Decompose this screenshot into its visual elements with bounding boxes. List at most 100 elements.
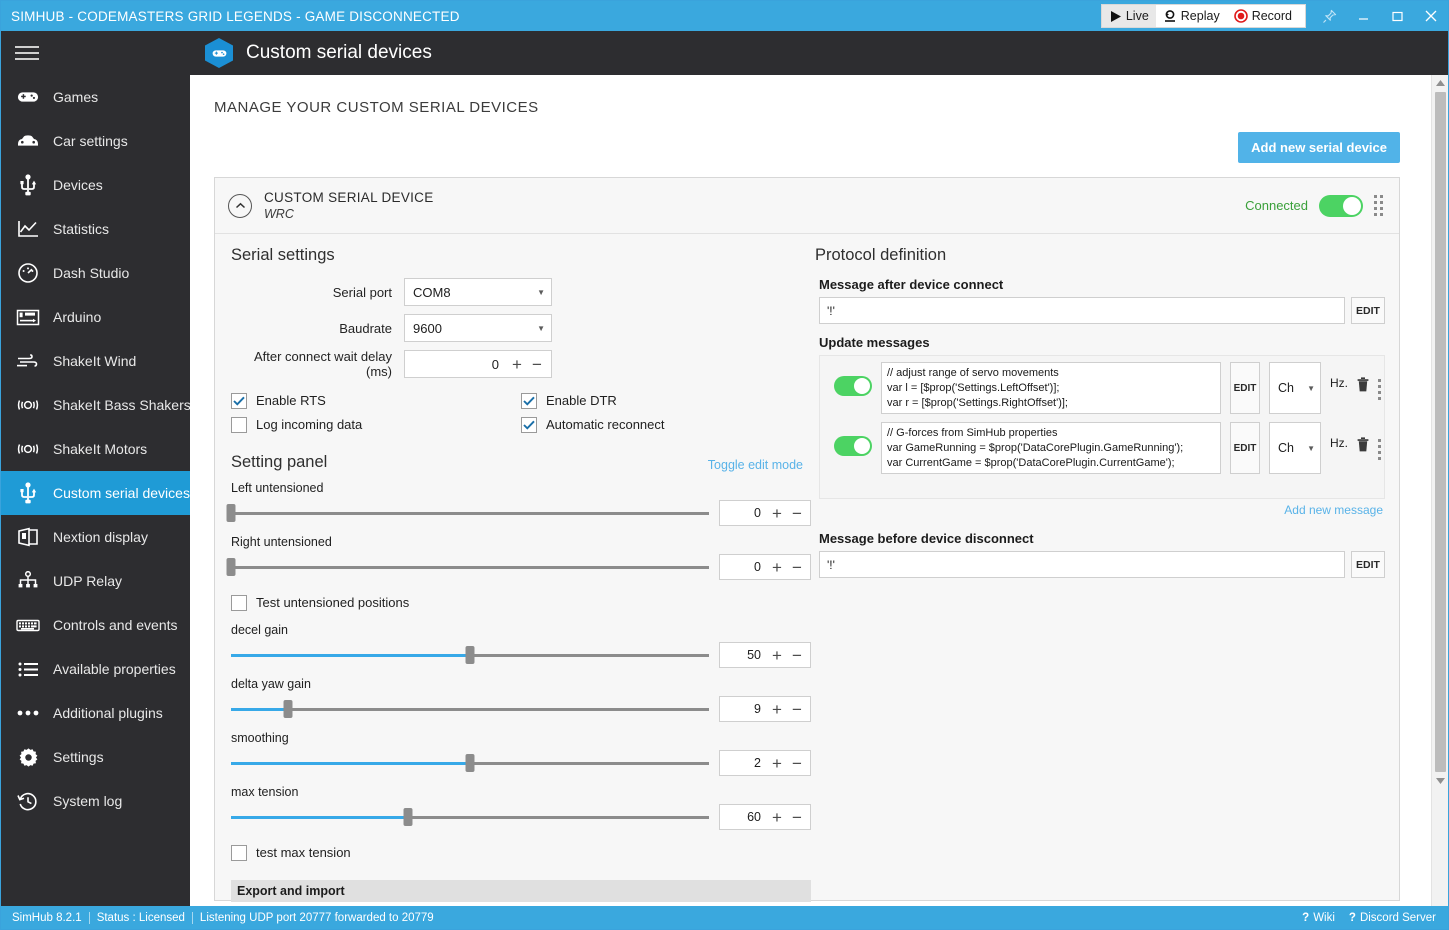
baudrate-select[interactable]: 9600 ▼ <box>404 314 552 342</box>
update-message-channel-select[interactable]: Ch ▼ <box>1269 362 1321 414</box>
sidebar-item-shakeit-wind[interactable]: ShakeIt Wind <box>1 339 190 383</box>
slider-thumb[interactable] <box>226 504 236 522</box>
slider-thumb[interactable] <box>465 754 475 772</box>
sidebar-item-nextion-display[interactable]: Nextion display <box>1 515 190 559</box>
sidebar-item-devices[interactable]: Devices <box>1 163 190 207</box>
slider-value-field[interactable]: 2 + − <box>719 750 811 776</box>
slider-increment[interactable]: + <box>767 701 787 718</box>
window-title: SIMHUB - CODEMASTERS GRID LEGENDS - GAME… <box>11 8 460 24</box>
test-max-tension-checkbox[interactable]: test max tension <box>231 841 811 864</box>
sidebar-item-system-log[interactable]: System log <box>1 779 190 823</box>
slider-value-field[interactable]: 60 + − <box>719 804 811 830</box>
update-messages-list: // adjust range of servo movements var l… <box>819 355 1385 499</box>
slider-thumb[interactable] <box>283 700 293 718</box>
slider-track[interactable] <box>231 646 709 664</box>
slider-track[interactable] <box>231 754 709 772</box>
message-after-connect-edit-button[interactable]: EDIT <box>1351 297 1385 324</box>
scroll-down-icon[interactable] <box>1435 773 1446 789</box>
slider-value-field[interactable]: 9 + − <box>719 696 811 722</box>
update-message-channel-select[interactable]: Ch ▼ <box>1269 422 1321 474</box>
sidebar-item-udp-relay[interactable]: UDP Relay <box>1 559 190 603</box>
wait-delay-increment[interactable]: + <box>507 356 527 373</box>
message-before-disconnect-edit-button[interactable]: EDIT <box>1351 551 1385 578</box>
update-message-code[interactable]: // adjust range of servo movements var l… <box>881 362 1221 414</box>
add-new-message-link[interactable]: Add new message <box>1284 503 1383 517</box>
sidebar-item-arduino[interactable]: Arduino <box>1 295 190 339</box>
discord-server-link[interactable]: ? Discord Server <box>1349 912 1436 924</box>
speaker-icon <box>15 393 41 417</box>
device-connection-toggle[interactable] <box>1319 194 1363 217</box>
trash-icon[interactable] <box>1357 362 1369 397</box>
update-message-edit-button[interactable]: EDIT <box>1230 422 1260 474</box>
slider-track[interactable] <box>226 558 709 576</box>
add-new-serial-device-button[interactable]: Add new serial device <box>1238 132 1400 163</box>
sidebar-item-controls-and-events[interactable]: Controls and events <box>1 603 190 647</box>
slider-decrement[interactable]: − <box>787 701 807 718</box>
update-message-edit-button[interactable]: EDIT <box>1230 362 1260 414</box>
enable-dtr-checkbox[interactable]: Enable DTR <box>521 389 811 412</box>
sidebar-item-shakeit-bass-shakers[interactable]: ShakeIt Bass Shakers <box>1 383 190 427</box>
slider-increment[interactable]: + <box>767 647 787 664</box>
sidebar-item-available-properties[interactable]: Available properties <box>1 647 190 691</box>
slider-decrement[interactable]: − <box>787 559 807 576</box>
drag-handle-icon[interactable] <box>1378 362 1384 400</box>
wait-delay-stepper[interactable]: 0 + − <box>404 350 552 378</box>
slider-thumb[interactable] <box>403 808 413 826</box>
slider-increment[interactable]: + <box>767 559 787 576</box>
wiki-link[interactable]: ? Wiki <box>1302 912 1335 924</box>
minimize-icon[interactable] <box>1346 1 1380 31</box>
slider-thumb[interactable] <box>465 646 475 664</box>
slider-thumb[interactable] <box>226 558 236 576</box>
slider-increment[interactable]: + <box>767 505 787 522</box>
record-button[interactable]: Record <box>1227 5 1299 27</box>
live-button[interactable]: Live <box>1101 5 1156 27</box>
drag-handle-icon[interactable] <box>1378 422 1384 460</box>
slider-track[interactable] <box>231 700 709 718</box>
close-icon[interactable] <box>1414 1 1448 31</box>
chevron-down-icon: ▼ <box>537 323 545 333</box>
test-untensioned-positions-checkbox[interactable]: Test untensioned positions <box>231 591 811 614</box>
wait-delay-decrement[interactable]: − <box>527 356 547 373</box>
toggle-edit-mode-link[interactable]: Toggle edit mode <box>708 458 803 472</box>
sidebar-item-settings[interactable]: Settings <box>1 735 190 779</box>
trash-icon[interactable] <box>1357 422 1369 457</box>
checkbox-unchecked-icon <box>231 844 247 861</box>
automatic-reconnect-checkbox[interactable]: Automatic reconnect <box>521 413 811 436</box>
sidebar-item-statistics[interactable]: Statistics <box>1 207 190 251</box>
scrollbar-thumb[interactable] <box>1434 92 1446 772</box>
slider-value-field[interactable]: 0 + − <box>719 554 811 580</box>
slider-decrement[interactable]: − <box>787 505 807 522</box>
slider-label: Right untensioned <box>231 535 332 549</box>
slider-decrement[interactable]: − <box>787 755 807 772</box>
log-incoming-data-checkbox[interactable]: Log incoming data <box>231 413 521 436</box>
update-message-enable-toggle[interactable] <box>834 376 872 396</box>
chevron-up-circle-icon[interactable] <box>228 193 252 218</box>
sidebar-item-car-settings[interactable]: Car settings <box>1 119 190 163</box>
message-after-connect-input[interactable]: '!' <box>819 297 1345 324</box>
slider-value-field[interactable]: 50 + − <box>719 642 811 668</box>
sidebar-item-dash-studio[interactable]: Dash Studio <box>1 251 190 295</box>
scroll-up-icon[interactable] <box>1435 75 1446 91</box>
sidebar-item-games[interactable]: Games <box>1 75 190 119</box>
slider-track[interactable] <box>226 504 709 522</box>
sidebar-item-custom-serial-devices[interactable]: Custom serial devices <box>1 471 190 515</box>
sidebar-item-additional-plugins[interactable]: Additional plugins <box>1 691 190 735</box>
page-scrollbar[interactable] <box>1431 75 1448 906</box>
replay-button[interactable]: Replay <box>1156 5 1227 27</box>
hamburger-icon[interactable] <box>1 31 190 75</box>
update-message-code[interactable]: // G-forces from SimHub properties var G… <box>881 422 1221 474</box>
slider-value-field[interactable]: 0 + − <box>719 500 811 526</box>
message-before-disconnect-input[interactable]: '!' <box>819 551 1345 578</box>
slider-decrement[interactable]: − <box>787 809 807 826</box>
maximize-icon[interactable] <box>1380 1 1414 31</box>
slider-decrement[interactable]: − <box>787 647 807 664</box>
serial-port-select[interactable]: COM8 ▼ <box>404 278 552 306</box>
update-message-enable-toggle[interactable] <box>834 436 872 456</box>
sidebar-item-shakeit-motors[interactable]: ShakeIt Motors <box>1 427 190 471</box>
enable-rts-checkbox[interactable]: Enable RTS <box>231 389 521 412</box>
pin-icon[interactable] <box>1312 1 1346 31</box>
drag-handle-icon[interactable] <box>1374 195 1383 216</box>
slider-increment[interactable]: + <box>767 755 787 772</box>
slider-track[interactable] <box>231 808 709 826</box>
slider-increment[interactable]: + <box>767 809 787 826</box>
